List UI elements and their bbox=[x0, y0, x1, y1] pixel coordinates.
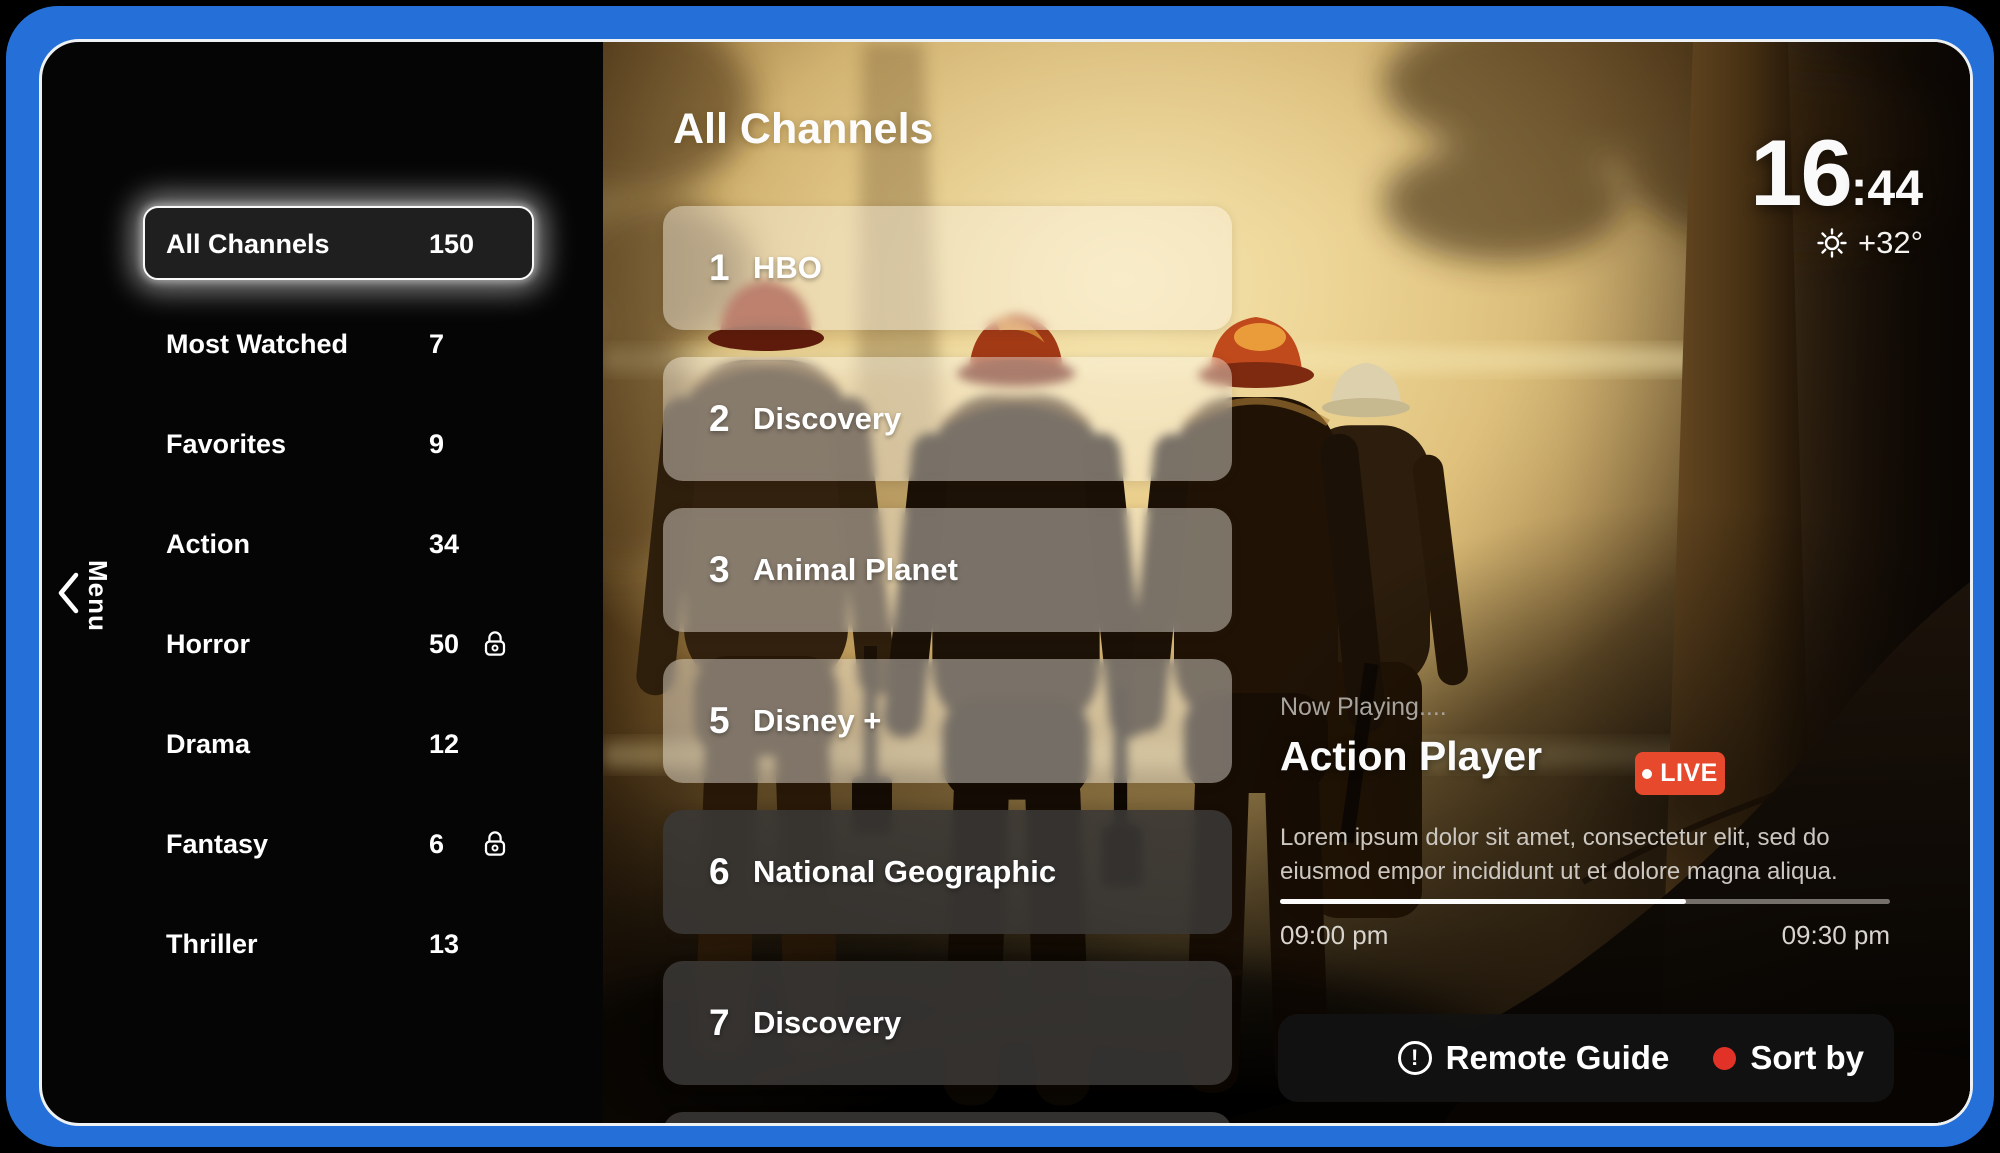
player-title: Action Player bbox=[1280, 733, 1542, 780]
sidebar-item-count: 12 bbox=[429, 729, 459, 760]
clock-minutes: :44 bbox=[1851, 159, 1923, 217]
channel-row[interactable]: 3 Animal Planet bbox=[663, 508, 1232, 632]
sidebar-item-label: Most Watched bbox=[166, 329, 348, 360]
live-dot-icon bbox=[1642, 769, 1652, 779]
player-description: Lorem ipsum dolor sit amet, consectetur … bbox=[1280, 821, 1908, 889]
start-time: 09:00 pm bbox=[1280, 920, 1388, 951]
sidebar-item[interactable]: Drama 12 bbox=[143, 694, 534, 794]
sidebar-item-count: 13 bbox=[429, 929, 459, 960]
sidebar-item[interactable]: Fantasy 6 bbox=[143, 794, 534, 894]
sidebar-item-label: Favorites bbox=[166, 429, 286, 460]
live-label: LIVE bbox=[1660, 759, 1718, 788]
sidebar-item-count: 7 bbox=[429, 329, 444, 360]
end-time: 09:30 pm bbox=[1782, 920, 1890, 951]
sidebar-item-label: Thriller bbox=[166, 929, 258, 960]
bezel-frame: Menu All Channels 150 Most Watched 7 Fav… bbox=[6, 6, 1994, 1147]
sidebar: All Channels 150 Most Watched 7 Favorite… bbox=[143, 194, 534, 994]
lock-icon bbox=[480, 829, 510, 859]
sidebar-item[interactable]: Most Watched 7 bbox=[143, 294, 534, 394]
channel-name: Disney + bbox=[753, 703, 881, 739]
channel-row[interactable]: 2 Discovery bbox=[663, 357, 1232, 481]
channel-name: HBO bbox=[753, 250, 822, 286]
channel-name: Discovery bbox=[753, 401, 901, 437]
sort-by-button[interactable]: Sort by bbox=[1750, 1039, 1864, 1077]
sidebar-item-label: All Channels bbox=[166, 229, 330, 260]
time-row: 09:00 pm 09:30 pm bbox=[1280, 920, 1890, 951]
sidebar-item[interactable]: Action 34 bbox=[143, 494, 534, 594]
channel-row[interactable]: 5 Disney + bbox=[663, 659, 1232, 783]
live-badge: LIVE bbox=[1635, 752, 1725, 795]
record-dot-icon bbox=[1713, 1047, 1736, 1070]
channel-row[interactable] bbox=[663, 1112, 1232, 1126]
channel-name: Discovery bbox=[753, 1005, 901, 1041]
sidebar-item-label: Horror bbox=[166, 629, 250, 660]
channel-number: 6 bbox=[709, 851, 753, 893]
channel-name: Animal Planet bbox=[753, 552, 958, 588]
sidebar-item-count: 9 bbox=[429, 429, 444, 460]
sidebar-item-count: 6 bbox=[429, 829, 444, 860]
sidebar-item-label: Drama bbox=[166, 729, 250, 760]
channel-list: 1 HBO 2 Discovery 3 Animal Planet 5 Disn… bbox=[663, 206, 1232, 1126]
footer-bar: ! Remote Guide Sort by bbox=[1278, 1014, 1894, 1102]
sidebar-item[interactable]: Favorites 9 bbox=[143, 394, 534, 494]
clock-widget: 16 :44 +32° bbox=[1750, 128, 1923, 261]
sidebar-item[interactable]: Horror 50 bbox=[143, 594, 534, 694]
sidebar-item-label: Action bbox=[166, 529, 250, 560]
page-title: All Channels bbox=[673, 105, 933, 154]
sidebar-item-count: 50 bbox=[429, 629, 459, 660]
channel-number: 7 bbox=[709, 1002, 753, 1044]
menu-back[interactable]: Menu bbox=[56, 570, 80, 616]
screen: Menu All Channels 150 Most Watched 7 Fav… bbox=[39, 39, 1973, 1126]
channel-name: National Geographic bbox=[753, 854, 1056, 890]
channel-number: 5 bbox=[709, 700, 753, 742]
chevron-left-icon bbox=[56, 570, 80, 616]
sidebar-item-count: 34 bbox=[429, 529, 459, 560]
progress-fill bbox=[1280, 899, 1686, 904]
info-icon[interactable]: ! bbox=[1398, 1041, 1432, 1075]
sun-icon bbox=[1816, 227, 1848, 259]
clock-hours: 16 bbox=[1750, 128, 1851, 217]
channel-row[interactable]: 1 HBO bbox=[663, 206, 1232, 330]
sidebar-item[interactable]: Thriller 13 bbox=[143, 894, 534, 994]
progress-bar bbox=[1280, 899, 1890, 904]
lock-icon bbox=[480, 629, 510, 659]
channel-number: 1 bbox=[709, 247, 753, 289]
sidebar-item-count: 150 bbox=[429, 229, 474, 260]
menu-label: Menu bbox=[82, 560, 113, 632]
sidebar-item-label: Fantasy bbox=[166, 829, 268, 860]
channel-row[interactable]: 6 National Geographic bbox=[663, 810, 1232, 934]
channel-row[interactable]: 7 Discovery bbox=[663, 961, 1232, 1085]
channel-number: 3 bbox=[709, 549, 753, 591]
sidebar-item[interactable]: All Channels 150 bbox=[143, 194, 534, 294]
now-playing-label: Now Playing.... bbox=[1280, 693, 1447, 722]
temperature: +32° bbox=[1858, 225, 1923, 261]
remote-guide-button[interactable]: Remote Guide bbox=[1446, 1039, 1670, 1077]
channel-number: 2 bbox=[709, 398, 753, 440]
